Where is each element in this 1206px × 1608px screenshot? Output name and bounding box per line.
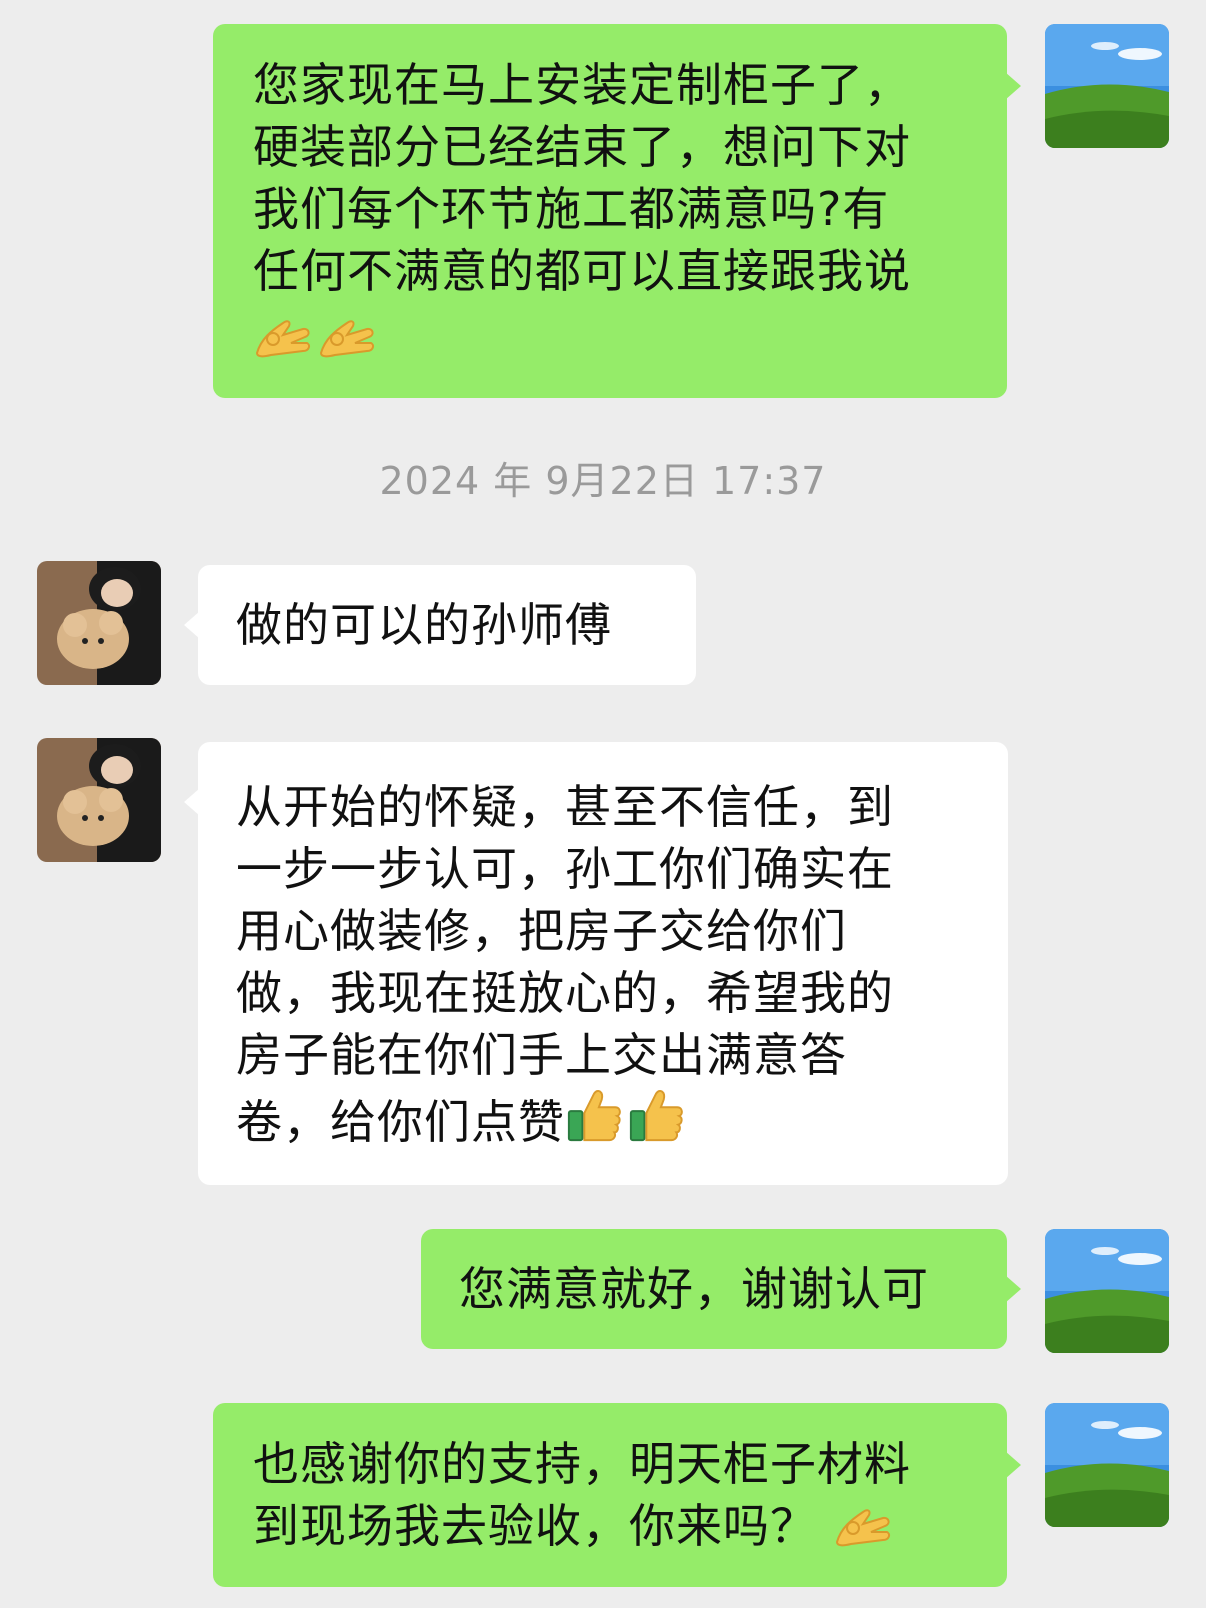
- contact-avatar[interactable]: [37, 561, 161, 685]
- person-with-dog-avatar-icon: [37, 738, 161, 862]
- thumbs-up-icon: [627, 1086, 685, 1144]
- my-avatar[interactable]: [1045, 1229, 1169, 1353]
- thumbs-up-icon: [565, 1086, 623, 1144]
- message-bubble-incoming-2[interactable]: 从开始的怀疑，甚至不信任，到 一步一步认可，孙工你们确实在 用心做装修，把房子交…: [184, 742, 1008, 1185]
- ok-hand-icon: [253, 309, 313, 359]
- message-bubble-incoming-1[interactable]: 做的可以的孙师傅: [184, 565, 696, 685]
- emoji-row: [253, 306, 971, 368]
- landscape-avatar-icon: [1045, 1403, 1169, 1527]
- timestamp: 2024 年 9月22日 17:37: [379, 459, 827, 503]
- bubble-tail: [184, 611, 200, 639]
- message-text: 您满意就好，谢谢认可: [459, 1262, 929, 1316]
- person-with-dog-avatar-icon: [37, 561, 161, 685]
- message-text: 做的可以的孙师傅: [236, 598, 612, 652]
- ok-hand-icon: [317, 309, 377, 359]
- contact-avatar[interactable]: [37, 738, 161, 862]
- message-bubble-outgoing-1[interactable]: 您家现在马上安装定制柜子了， 硬装部分已经结束了，想问下对 我们每个环节施工都满…: [213, 24, 1021, 398]
- my-avatar[interactable]: [1045, 24, 1169, 148]
- bubble-tail: [184, 788, 200, 816]
- landscape-avatar-icon: [1045, 24, 1169, 148]
- message-text: 您家现在马上安装定制柜子了， 硬装部分已经结束了，想问下对 我们每个环节施工都满…: [253, 58, 911, 298]
- bubble-tail: [1005, 1451, 1021, 1479]
- my-avatar[interactable]: [1045, 1403, 1169, 1527]
- message-text: 也感谢你的支持，明天柜子材料 到现场我去验收，你来吗？: [253, 1437, 911, 1553]
- bubble-tail: [1005, 1275, 1021, 1303]
- message-bubble-outgoing-3[interactable]: 也感谢你的支持，明天柜子材料 到现场我去验收，你来吗？: [213, 1403, 1021, 1587]
- landscape-avatar-icon: [1045, 1229, 1169, 1353]
- ok-hand-icon: [833, 1498, 893, 1548]
- message-bubble-outgoing-2[interactable]: 您满意就好，谢谢认可: [421, 1229, 1021, 1349]
- bubble-tail: [1005, 72, 1021, 100]
